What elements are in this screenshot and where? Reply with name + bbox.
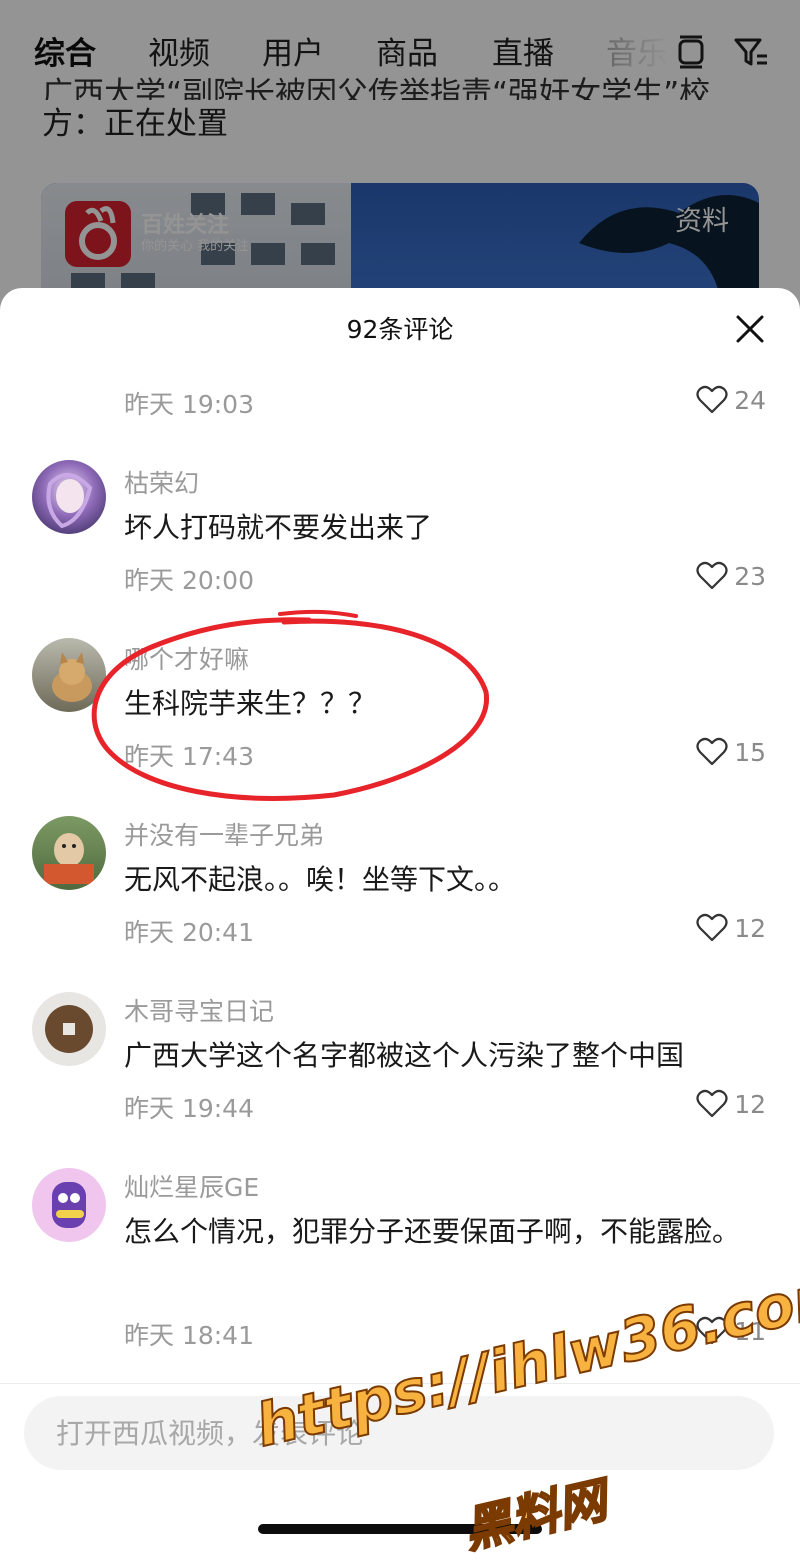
avatar-girl-image [46, 473, 93, 529]
like-count: 23 [734, 561, 766, 591]
comment-time: 昨天 20:00 [124, 566, 254, 595]
comment-text: 广西大学这个名字都被这个人污染了整个中国 [124, 1039, 685, 1072]
comment-text: 坏人打码就不要发出来了 [124, 511, 433, 544]
avatar-coin-image [45, 1005, 93, 1053]
comment-time: 昨天 17:43 [124, 742, 254, 771]
avatar[interactable] [32, 460, 106, 534]
search-results-background: 综合 视频 用户 商品 直播 音乐 广西大学“副院长被因父传举指责“强奸女学生”… [0, 0, 800, 320]
heart-icon [696, 385, 728, 414]
like-count: 12 [734, 913, 766, 943]
heart-icon [696, 737, 728, 766]
avatar[interactable] [32, 816, 106, 890]
avatar[interactable] [32, 992, 106, 1066]
avatar-cat-image [52, 652, 92, 702]
modal-overlay[interactable] [0, 0, 800, 320]
comment-time: 昨天 20:41 [124, 918, 254, 947]
comment-username[interactable]: 并没有一辈子兄弟 [124, 816, 324, 852]
comment-time: 昨天 18:41 [124, 1321, 254, 1350]
like-button[interactable]: 15 [696, 734, 766, 770]
comment-count-title: 92条评论 [346, 315, 454, 344]
avatar-dog-image [44, 833, 94, 884]
comment-text: 怎么个情况，犯罪分子还要保面子啊，不能露脸。 [124, 1215, 741, 1248]
like-button[interactable]: 12 [696, 1086, 766, 1122]
comment-time: 昨天 19:03 [124, 390, 254, 419]
like-count: 15 [734, 737, 766, 767]
comment-username[interactable]: 哪个才好嘛 [124, 640, 249, 676]
like-button[interactable]: 24 [696, 382, 766, 418]
close-icon[interactable] [736, 315, 764, 343]
like-button[interactable]: 12 [696, 910, 766, 946]
like-button[interactable]: 23 [696, 558, 766, 594]
comment-username[interactable]: 木哥寻宝日记 [124, 992, 274, 1028]
avatar-cartoon-image [52, 1182, 86, 1228]
comment-username[interactable]: 枯荣幻 [124, 464, 199, 500]
heart-icon [696, 1089, 728, 1118]
like-count: 12 [734, 1089, 766, 1119]
comment-time: 昨天 19:44 [124, 1094, 254, 1123]
heart-icon [696, 913, 728, 942]
like-count: 24 [734, 385, 766, 415]
heart-icon [696, 561, 728, 590]
comment-text: 无风不起浪。。唉！坐等下文。。 [124, 863, 517, 896]
avatar[interactable] [32, 1168, 106, 1242]
comment-text: 生科院芋来生？？？ [124, 687, 377, 720]
avatar[interactable] [32, 638, 106, 712]
comment-username[interactable]: 灿烂星辰GE [124, 1168, 259, 1204]
